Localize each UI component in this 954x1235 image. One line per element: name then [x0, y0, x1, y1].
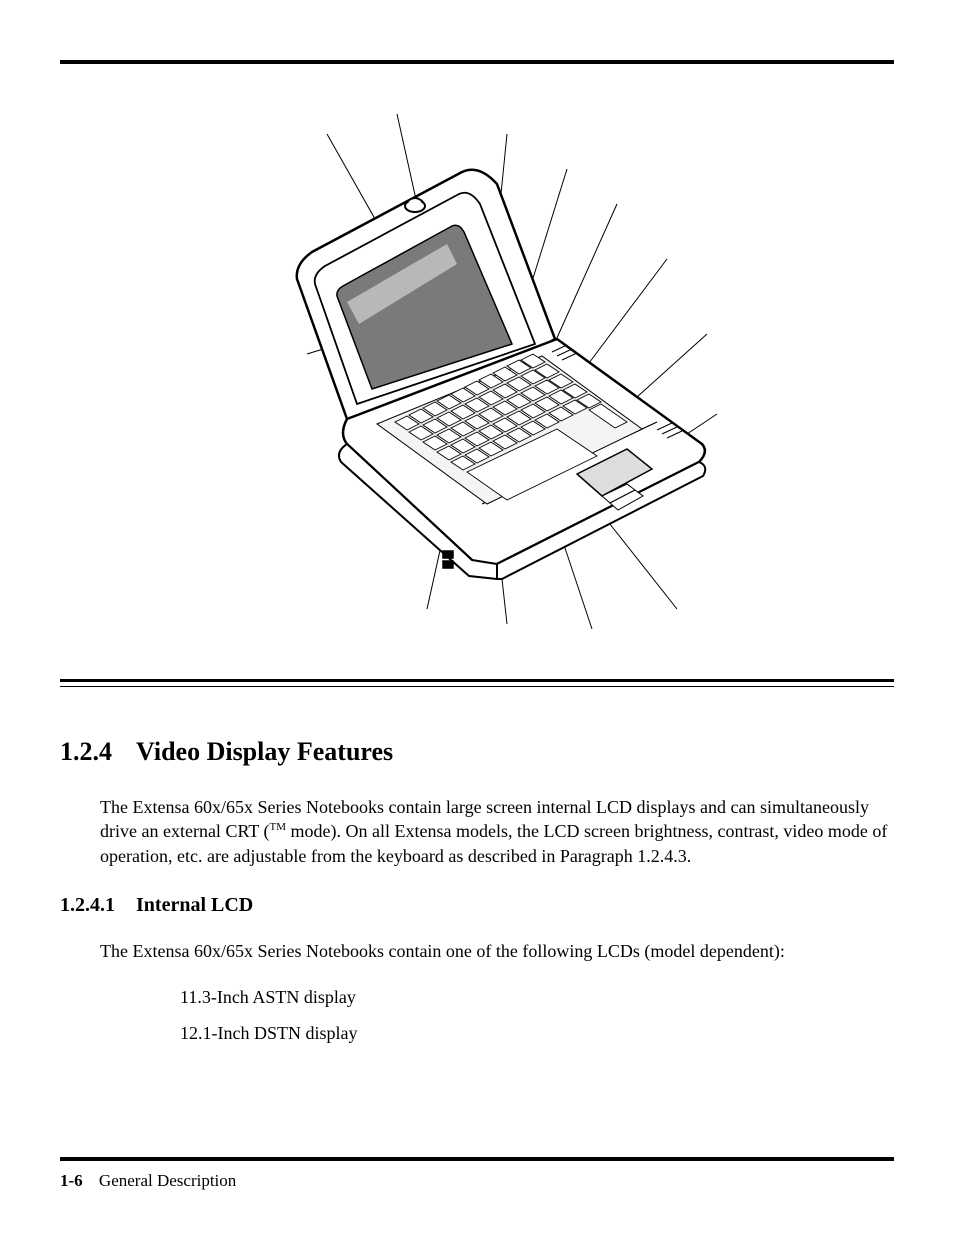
double-rule — [60, 679, 894, 687]
section-title: Video Display Features — [136, 737, 393, 766]
top-rule — [60, 60, 894, 64]
list-item: 11.3-Inch ASTN display — [180, 985, 894, 1009]
footer-rule — [60, 1157, 894, 1161]
laptop-figure — [60, 104, 894, 649]
subsection-heading: 1.2.4.1 Internal LCD — [60, 894, 894, 917]
list-item: 12.1-Inch DSTN display — [180, 1021, 894, 1045]
laptop-illustration — [197, 104, 757, 644]
page-number: 1-6 — [60, 1171, 83, 1190]
subsection-number: 1.2.4.1 — [60, 894, 115, 917]
section-number: 1.2.4 — [60, 737, 112, 767]
footer-text: 1-6 General Description — [60, 1171, 894, 1191]
display-list: 11.3-Inch ASTN display 12.1-Inch DSTN di… — [60, 985, 894, 1046]
chapter-name: General Description — [99, 1171, 236, 1190]
footer: 1-6 General Description — [60, 1157, 894, 1191]
page: 1.2.4 Video Display Features The Extensa… — [0, 0, 954, 1235]
section-paragraph: The Extensa 60x/65x Series Notebooks con… — [60, 795, 894, 868]
section-heading: 1.2.4 Video Display Features — [60, 737, 894, 767]
subsection-title: Internal LCD — [136, 894, 253, 916]
trademark-symbol: TM — [270, 821, 287, 833]
subsection-paragraph: The Extensa 60x/65x Series Notebooks con… — [60, 939, 894, 963]
